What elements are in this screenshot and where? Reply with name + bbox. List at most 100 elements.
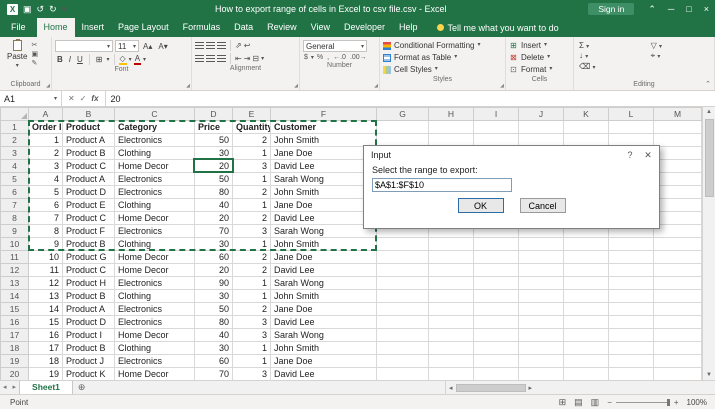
scroll-down-icon[interactable]: ▼ [706, 370, 712, 380]
cell[interactable] [474, 355, 519, 368]
cell[interactable]: Clothing [115, 147, 195, 160]
cell[interactable] [654, 186, 702, 199]
fill-color-icon[interactable]: ◇ [119, 55, 127, 65]
cell[interactable] [654, 251, 702, 264]
cell-styles-button[interactable]: Cell Styles▾ [383, 64, 502, 75]
align-bottom-icon[interactable] [217, 42, 226, 49]
borders-icon[interactable]: ⊞ [94, 55, 105, 64]
cell[interactable]: Product B [63, 238, 115, 251]
row-header-8[interactable]: 8 [1, 212, 29, 225]
redo-icon[interactable]: ↻ [49, 0, 57, 18]
cell[interactable]: 60 [195, 355, 233, 368]
normal-view-icon[interactable]: ⊞ [555, 397, 571, 408]
cell[interactable]: Jane Doe [271, 251, 377, 264]
cell[interactable] [377, 264, 429, 277]
cell[interactable]: Order ID [29, 121, 63, 134]
cell[interactable]: Jane Doe [271, 303, 377, 316]
cell[interactable]: John Smith [271, 238, 377, 251]
autosum-button[interactable]: Σ ▾ [579, 41, 643, 50]
cell[interactable]: 3 [29, 160, 63, 173]
cell[interactable]: David Lee [271, 212, 377, 225]
cell[interactable] [564, 368, 609, 381]
cell[interactable]: David Lee [271, 368, 377, 381]
row-header-19[interactable]: 19 [1, 355, 29, 368]
increase-decimal-icon[interactable]: ←.0 [332, 54, 347, 61]
cell[interactable] [609, 290, 654, 303]
scroll-right-icon[interactable]: ▸ [526, 384, 536, 392]
styles-dialog-launcher-icon[interactable]: ◢ [500, 83, 504, 89]
cell[interactable] [519, 355, 564, 368]
zoom-slider-thumb[interactable] [667, 399, 670, 406]
cell[interactable] [564, 121, 609, 134]
cell[interactable] [609, 303, 654, 316]
conditional-formatting-button[interactable]: Conditional Formatting▾ [383, 40, 502, 51]
cell[interactable]: Home Decor [115, 329, 195, 342]
increase-indent-icon[interactable]: ⇥ [244, 54, 251, 63]
row-header-4[interactable]: 4 [1, 160, 29, 173]
fill-button[interactable]: ↓ ▾ [579, 51, 643, 61]
cell[interactable]: 3 [233, 329, 271, 342]
font-name-combobox[interactable]: ▾ [55, 40, 113, 52]
tab-insert[interactable]: Insert [75, 18, 112, 37]
cell[interactable] [609, 121, 654, 134]
cell[interactable]: John Smith [271, 342, 377, 355]
align-center-icon[interactable] [206, 55, 215, 62]
cell[interactable]: Clothing [115, 199, 195, 212]
cell[interactable] [474, 368, 519, 381]
cell[interactable]: Product [63, 121, 115, 134]
cell[interactable] [474, 264, 519, 277]
row-header-14[interactable]: 14 [1, 290, 29, 303]
cell[interactable]: John Smith [271, 134, 377, 147]
cell[interactable]: David Lee [271, 160, 377, 173]
cell[interactable] [564, 329, 609, 342]
cell[interactable]: 50 [195, 134, 233, 147]
cell[interactable] [654, 225, 702, 238]
cell[interactable]: Sarah Wong [271, 329, 377, 342]
cell[interactable]: 80 [195, 186, 233, 199]
select-all-corner[interactable] [1, 108, 29, 121]
zoom-in-button[interactable]: + [670, 398, 683, 407]
cell[interactable] [609, 316, 654, 329]
cell[interactable] [654, 303, 702, 316]
cell[interactable]: Product E [63, 199, 115, 212]
cell[interactable]: 40 [195, 199, 233, 212]
cell[interactable] [564, 342, 609, 355]
clear-button[interactable]: ⌫ ▾ [579, 62, 643, 71]
cell[interactable]: 50 [195, 303, 233, 316]
column-header-d[interactable]: D [195, 108, 233, 121]
column-header-m[interactable]: M [654, 108, 702, 121]
cell[interactable] [519, 121, 564, 134]
cell[interactable] [377, 355, 429, 368]
column-header-a[interactable]: A [29, 108, 63, 121]
cell[interactable] [474, 290, 519, 303]
sheet-nav-right-icon[interactable]: ▸ [10, 381, 20, 394]
row-header-3[interactable]: 3 [1, 147, 29, 160]
cell[interactable]: 2 [233, 134, 271, 147]
cancel-button[interactable]: Cancel [520, 198, 566, 213]
merge-center-icon[interactable]: ⊟ [252, 54, 259, 63]
cell[interactable]: Product G [63, 251, 115, 264]
row-header-13[interactable]: 13 [1, 277, 29, 290]
tab-formulas[interactable]: Formulas [176, 18, 228, 37]
page-layout-view-icon[interactable]: ▤ [570, 397, 587, 408]
vscroll-thumb[interactable] [705, 119, 714, 197]
sheet-tab-sheet1[interactable]: Sheet1 [19, 381, 73, 394]
cell[interactable] [429, 121, 474, 134]
qat-customize-icon[interactable]: ▾ [62, 0, 67, 18]
cell[interactable] [429, 316, 474, 329]
cell[interactable]: Jane Doe [271, 147, 377, 160]
cell[interactable]: Product C [63, 264, 115, 277]
cell[interactable] [609, 264, 654, 277]
cell[interactable]: Electronics [115, 355, 195, 368]
cell[interactable]: Sarah Wong [271, 173, 377, 186]
cell[interactable]: Home Decor [115, 160, 195, 173]
cell[interactable] [474, 251, 519, 264]
column-header-l[interactable]: L [609, 108, 654, 121]
cell[interactable]: 12 [29, 277, 63, 290]
row-header-16[interactable]: 16 [1, 316, 29, 329]
cell[interactable] [564, 251, 609, 264]
vertical-scrollbar[interactable]: ▲ ▼ [702, 107, 715, 380]
cell[interactable] [519, 342, 564, 355]
cell[interactable]: 13 [29, 290, 63, 303]
tab-review[interactable]: Review [260, 18, 304, 37]
